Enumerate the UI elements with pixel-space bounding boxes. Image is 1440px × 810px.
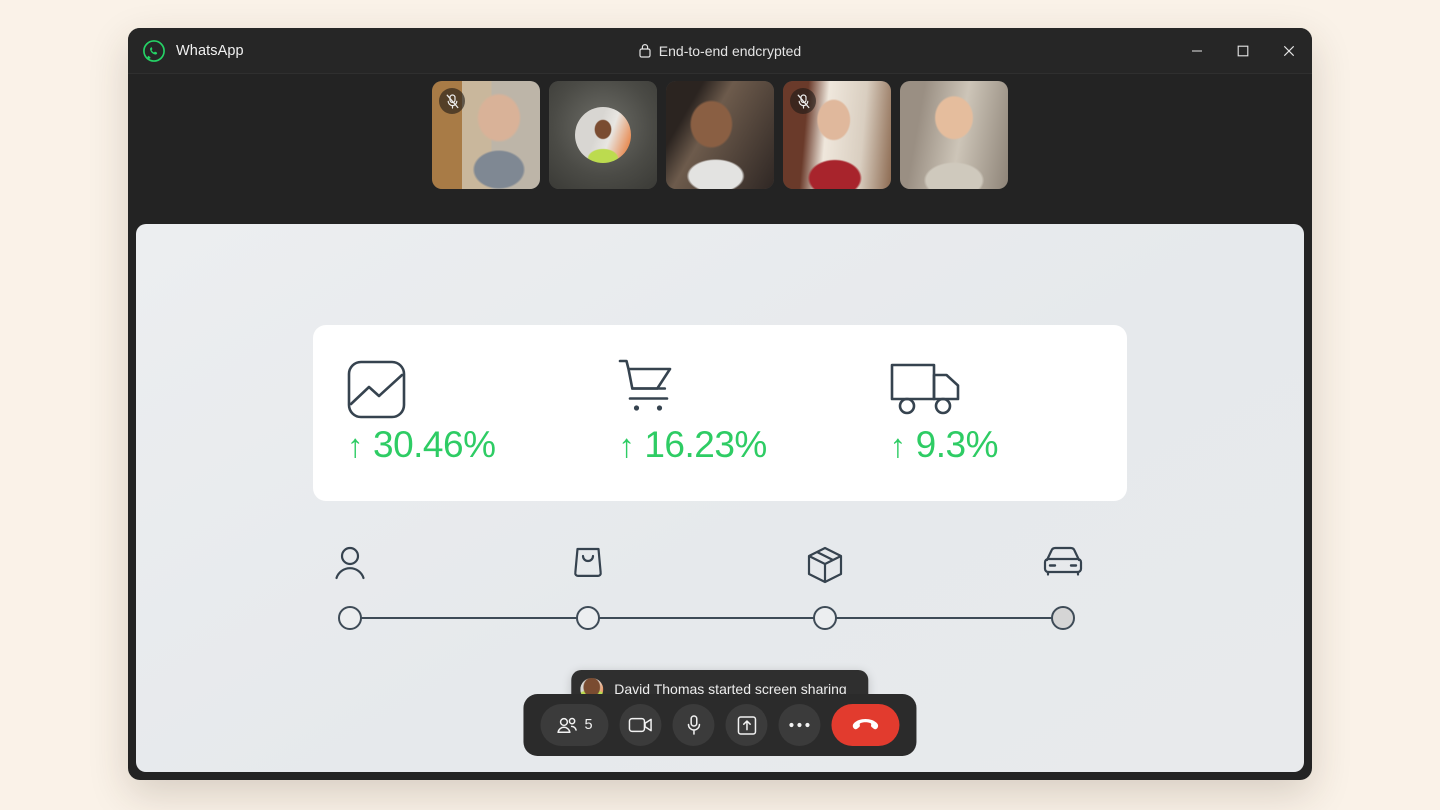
- up-arrow-icon: ↑: [618, 427, 635, 464]
- toggle-video-button[interactable]: [619, 704, 662, 746]
- share-screen-icon: [737, 715, 756, 735]
- stat-item-delivery: ↑ 9.3%: [856, 325, 1127, 501]
- participant-video: [666, 81, 774, 189]
- maximize-button[interactable]: [1220, 28, 1266, 74]
- stepper-node-1[interactable]: [338, 606, 362, 630]
- more-dots-icon: [789, 722, 811, 728]
- avatar: [575, 107, 631, 163]
- more-options-button[interactable]: [778, 704, 821, 746]
- up-arrow-icon: ↑: [347, 427, 364, 464]
- window-controls: [1174, 28, 1312, 74]
- participant-tile[interactable]: [783, 81, 891, 189]
- mic-off-icon: [439, 88, 465, 114]
- toggle-mic-button[interactable]: [672, 704, 715, 746]
- participant-tile[interactable]: [666, 81, 774, 189]
- share-screen-button[interactable]: [725, 704, 768, 746]
- end-call-icon: [852, 717, 880, 733]
- stat-value-visits: ↑ 30.46%: [347, 424, 584, 466]
- delivery-truck-icon: [890, 360, 1127, 418]
- stat-value-delivery: ↑ 9.3%: [890, 424, 1127, 466]
- whatsapp-window: WhatsApp End-to-end endcrypted ↑ 30.46% …: [128, 28, 1312, 780]
- stat-percent-label: 9.3%: [915, 424, 999, 465]
- shared-screen-stage: ↑ 30.46% ↑ 16.23% ↑ 9.3% David Thomas st…: [136, 224, 1304, 772]
- participant-tile[interactable]: [900, 81, 1008, 189]
- participant-tile[interactable]: [549, 81, 657, 189]
- app-brand: WhatsApp: [128, 39, 244, 62]
- person-icon: [335, 546, 365, 580]
- maximize-icon: [1237, 45, 1249, 57]
- package-box-icon: [807, 546, 843, 584]
- close-icon: [1283, 45, 1295, 57]
- people-icon: [556, 717, 577, 734]
- minimize-button[interactable]: [1174, 28, 1220, 74]
- stat-percent-label: 30.46%: [373, 424, 496, 465]
- microphone-icon: [686, 715, 701, 735]
- minimize-icon: [1191, 45, 1203, 57]
- close-button[interactable]: [1266, 28, 1312, 74]
- car-icon: [1043, 546, 1083, 576]
- stepper-node-2[interactable]: [575, 606, 600, 630]
- stepper-icon-row: [335, 546, 1083, 594]
- title-bar: WhatsApp End-to-end endcrypted: [128, 28, 1312, 74]
- participant-thumbnail-strip: [128, 74, 1312, 196]
- encryption-label: End-to-end endcrypted: [658, 42, 802, 59]
- stepper-node-3[interactable]: [813, 606, 838, 630]
- up-arrow-icon: ↑: [889, 427, 907, 464]
- call-control-bar: 5: [523, 694, 917, 756]
- stat-item-cart: ↑ 16.23%: [584, 325, 855, 501]
- video-camera-icon: [628, 717, 653, 733]
- lock-icon: [639, 43, 651, 58]
- participant-video: [900, 81, 1008, 189]
- mic-off-icon: [790, 88, 816, 114]
- stat-item-visits: ↑ 30.46%: [313, 325, 584, 501]
- delivery-progress-stepper: [335, 546, 1083, 636]
- participants-count-label: 5: [584, 717, 593, 733]
- stat-percent-label: 16.23%: [644, 424, 767, 465]
- chart-image-icon: [347, 360, 584, 418]
- stats-card: ↑ 30.46% ↑ 16.23% ↑ 9.3%: [313, 325, 1127, 501]
- end-call-button[interactable]: [831, 704, 900, 746]
- app-name-label: WhatsApp: [176, 42, 244, 59]
- participants-button[interactable]: 5: [540, 704, 609, 746]
- encryption-status: End-to-end endcrypted: [128, 43, 1312, 59]
- participant-tile[interactable]: [432, 81, 540, 189]
- whatsapp-logo-icon: [143, 39, 165, 62]
- stat-value-cart: ↑ 16.23%: [618, 424, 855, 466]
- shopping-bag-icon: [573, 546, 603, 578]
- stepper-track: [350, 617, 1063, 619]
- stepper-node-4[interactable]: [1051, 606, 1075, 630]
- shopping-cart-icon: [618, 359, 855, 418]
